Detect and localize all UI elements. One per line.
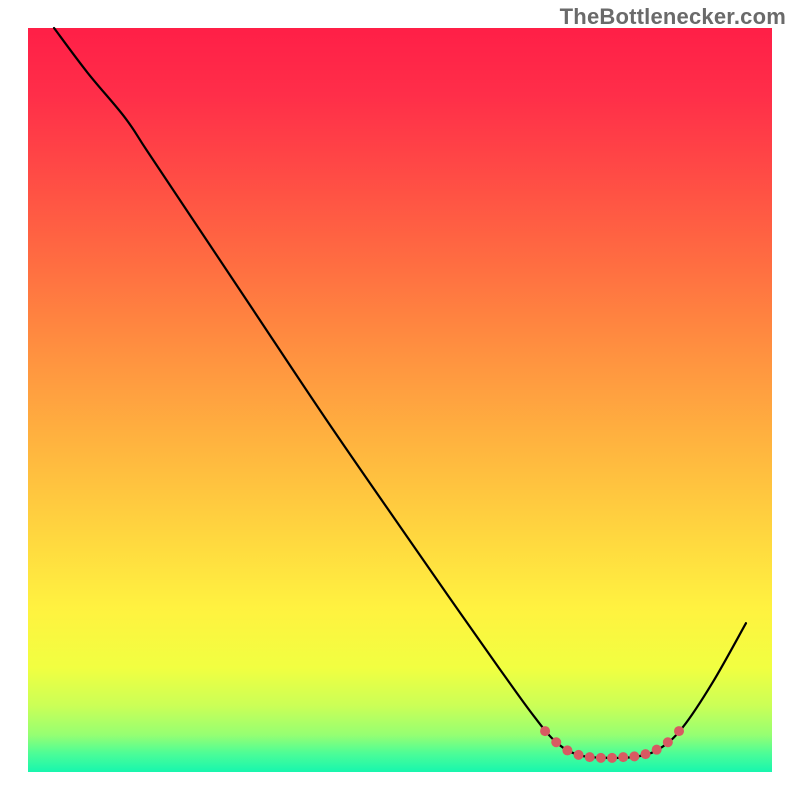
trough-marker-dot xyxy=(607,753,617,763)
trough-marker-dot xyxy=(596,753,606,763)
chart-svg xyxy=(0,0,800,800)
trough-marker-dot xyxy=(574,750,584,760)
trough-marker-dot xyxy=(540,726,550,736)
trough-marker-dot xyxy=(562,745,572,755)
trough-marker-dot xyxy=(652,745,662,755)
trough-marker-dot xyxy=(663,737,673,747)
trough-marker-dot xyxy=(585,752,595,762)
trough-marker-dot xyxy=(674,726,684,736)
watermark-text: TheBottlenecker.com xyxy=(560,4,786,30)
chart-stage: TheBottlenecker.com xyxy=(0,0,800,800)
trough-marker-dot xyxy=(641,749,651,759)
trough-marker-dot xyxy=(551,737,561,747)
trough-marker-dot xyxy=(629,751,639,761)
trough-marker-dot xyxy=(618,752,628,762)
